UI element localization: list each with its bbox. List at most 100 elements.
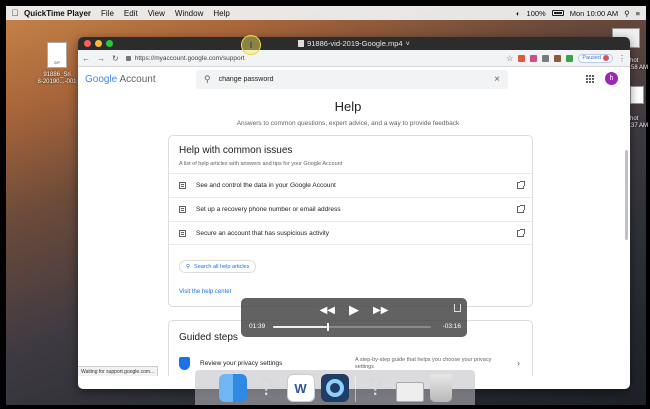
rewind-icon[interactable]: ◀◀ bbox=[320, 305, 335, 316]
address-bar[interactable]: https://myaccount.google.com/support bbox=[125, 55, 499, 62]
time-elapsed: 01:39 bbox=[249, 323, 266, 330]
bookmark-star-icon[interactable]: ☆ bbox=[506, 54, 513, 63]
desktop-file-label: 91886_Sri 8-20190...-001 bbox=[37, 72, 77, 85]
apple-icon[interactable]:  bbox=[6, 8, 24, 18]
menu-view[interactable]: View bbox=[148, 9, 165, 18]
menu-app-name[interactable]: QuickTime Player bbox=[24, 9, 91, 18]
google-account-logo[interactable]: Google Account bbox=[85, 74, 156, 85]
video-file-icon bbox=[298, 40, 305, 47]
paused-label: Paused bbox=[582, 55, 601, 61]
scrubber-track[interactable] bbox=[273, 323, 431, 331]
menu-file[interactable]: File bbox=[101, 9, 114, 18]
notification-center-icon[interactable]: ≡ bbox=[636, 9, 640, 18]
extension-icon-1[interactable] bbox=[518, 54, 526, 62]
scrubber-knob[interactable] bbox=[326, 323, 329, 331]
help-article-row[interactable]: Secure an account that has suspicious ac… bbox=[169, 221, 534, 245]
article-icon bbox=[179, 206, 186, 213]
page-scrollbar[interactable] bbox=[625, 150, 628, 240]
common-issues-card: Help with common issues A list of help a… bbox=[168, 135, 534, 307]
reload-icon[interactable]: ↻ bbox=[112, 54, 119, 63]
quicktime-controls: ◀◀ ▶ ▶▶ 01:39 -03:16 bbox=[241, 298, 467, 337]
lock-icon bbox=[125, 55, 131, 61]
guided-steps-title: Guided steps bbox=[179, 332, 238, 343]
apps-grid-icon[interactable] bbox=[586, 75, 595, 84]
menu-edit[interactable]: Edit bbox=[124, 9, 138, 18]
kebab-menu-icon[interactable]: ⋮ bbox=[618, 54, 626, 63]
page-title: Help bbox=[334, 99, 362, 114]
article-icon bbox=[179, 182, 186, 189]
finder-icon[interactable] bbox=[218, 374, 247, 402]
user-avatar[interactable]: h bbox=[605, 72, 618, 85]
dock-separator bbox=[354, 376, 356, 402]
chevron-right-icon[interactable]: › bbox=[517, 358, 520, 368]
screenshot-file-icon-2[interactable] bbox=[630, 86, 644, 104]
logo-account: Account bbox=[119, 74, 156, 85]
help-article-row[interactable]: See and control the data in your Google … bbox=[169, 173, 534, 197]
privacy-description: A step-by-step guide that helps you choo… bbox=[355, 357, 492, 370]
minimize-window-button[interactable] bbox=[95, 40, 102, 47]
chevron-down-icon[interactable]: ˅ bbox=[406, 39, 410, 48]
card-subtitle: A list of help articles with answers and… bbox=[179, 161, 343, 167]
forward-icon[interactable]: → bbox=[97, 54, 105, 63]
url-text[interactable]: https://myaccount.google.com/support bbox=[135, 55, 245, 62]
battery-percent: 100% bbox=[526, 8, 546, 18]
menu-help[interactable]: Help bbox=[213, 9, 229, 18]
window-titlebar[interactable]: 91886-vid-2019-Google.mp4 ˅ bbox=[78, 37, 630, 50]
preview-document-icon[interactable] bbox=[395, 382, 424, 402]
article-label: Secure an account that has suspicious ac… bbox=[196, 229, 329, 237]
fullscreen-window-button[interactable] bbox=[106, 40, 113, 47]
scrubber-fill bbox=[273, 326, 327, 328]
time-remaining: -03:16 bbox=[442, 323, 461, 330]
cursor-highlight: I bbox=[241, 35, 261, 55]
battery-icon[interactable] bbox=[551, 10, 564, 16]
letterbox-bottom bbox=[0, 405, 650, 409]
open-external-icon[interactable] bbox=[517, 228, 525, 237]
status-bar: Waiting for support.google.com... bbox=[78, 366, 159, 376]
article-icon bbox=[179, 229, 186, 237]
account-header: Google Account ⚲ × h bbox=[78, 67, 630, 93]
wifi-icon[interactable]: ◐ bbox=[516, 9, 521, 18]
spotlight-icon[interactable]: ⚲ bbox=[624, 9, 630, 18]
letterbox-left bbox=[0, 6, 6, 405]
unknown-app-icon[interactable]: ? bbox=[253, 374, 281, 402]
word-icon[interactable]: W bbox=[286, 374, 315, 402]
privacy-settings-row[interactable]: Review your privacy settings bbox=[179, 357, 282, 370]
browser-toolbar: ← → ↻ https://myaccount.google.com/suppo… bbox=[78, 50, 630, 67]
close-icon[interactable]: × bbox=[494, 74, 500, 85]
page-subtitle: Answers to common questions, expert advi… bbox=[236, 120, 460, 127]
search-icon: ⚲ bbox=[186, 263, 191, 270]
search-all-label: Search all help articles bbox=[194, 263, 250, 270]
extension-icon-4[interactable] bbox=[554, 54, 562, 62]
desktop-file-zip[interactable]: 91886_Sri 8-20190...-001 bbox=[34, 42, 80, 86]
search-input[interactable] bbox=[218, 76, 487, 83]
visit-help-center-link[interactable]: Visit the help center bbox=[179, 289, 232, 295]
menu-bar:  QuickTime Player File Edit View Window… bbox=[6, 6, 646, 20]
fast-forward-icon[interactable]: ▶▶ bbox=[373, 305, 388, 316]
quicktime-icon[interactable] bbox=[320, 374, 349, 402]
share-icon[interactable] bbox=[454, 304, 461, 312]
profile-paused-button[interactable]: Paused bbox=[578, 53, 613, 63]
logo-google: Google bbox=[85, 74, 118, 85]
dock: ? W ? bbox=[195, 370, 475, 405]
unknown-app-icon-2[interactable]: ? bbox=[362, 374, 390, 402]
window-title: 91886-vid-2019-Google.mp4 bbox=[307, 39, 403, 48]
search-icon[interactable]: ⚲ bbox=[204, 74, 211, 85]
shield-icon bbox=[179, 357, 190, 370]
extension-icon-3[interactable] bbox=[542, 54, 550, 62]
status-area: ◐ 100% Mon 10:00 AM ⚲ ≡ bbox=[516, 9, 646, 18]
menu-clock[interactable]: Mon 10:00 AM bbox=[570, 9, 618, 18]
menu-window[interactable]: Window bbox=[175, 9, 203, 18]
open-external-icon[interactable] bbox=[517, 205, 525, 213]
extension-icon-2[interactable] bbox=[530, 54, 538, 62]
search-all-articles-button[interactable]: ⚲ Search all help articles bbox=[179, 260, 257, 273]
extension-icon-5[interactable] bbox=[566, 54, 574, 62]
article-label: See and control the data in your Google … bbox=[196, 182, 336, 189]
help-article-row[interactable]: Set up a recovery phone number or email … bbox=[169, 197, 534, 221]
profile-avatar-small bbox=[603, 55, 609, 61]
open-external-icon[interactable] bbox=[517, 181, 525, 189]
trash-icon[interactable] bbox=[429, 374, 452, 402]
play-icon[interactable]: ▶ bbox=[349, 302, 359, 318]
help-search-box[interactable]: ⚲ × bbox=[196, 70, 508, 89]
back-icon[interactable]: ← bbox=[82, 54, 90, 63]
close-window-button[interactable] bbox=[84, 40, 91, 47]
